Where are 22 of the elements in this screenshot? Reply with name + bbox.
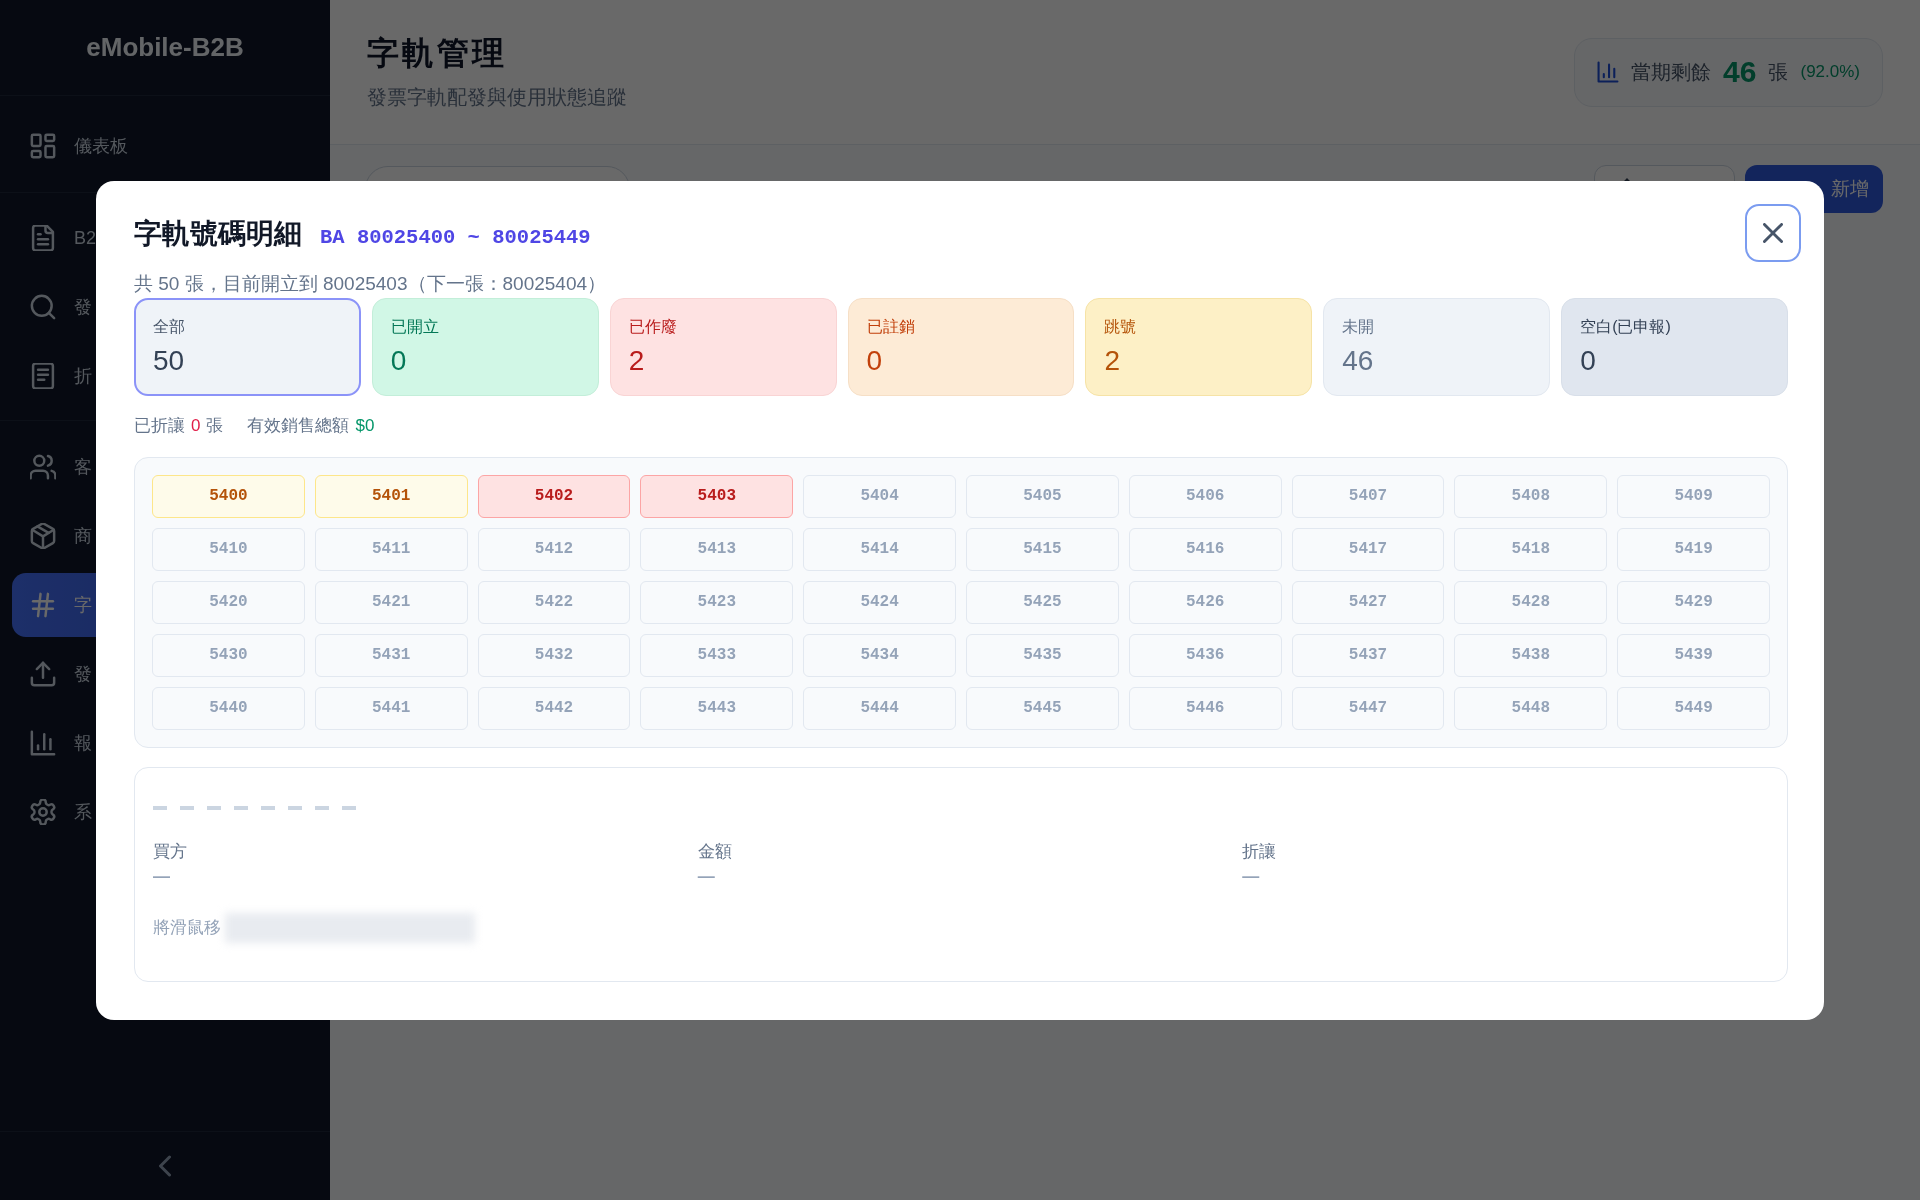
stat-label: 當期剩餘 [1631,59,1712,85]
number-range: BA 80025400 ~ 80025449 [320,224,591,251]
total-unit: 張 [206,414,224,437]
field-value: — [697,865,715,888]
total-value: 0 [191,414,201,437]
remaining-percent: (92.0%) [1800,62,1860,82]
total-value: $0 [355,414,375,437]
brand-name: eMobile-B2B [86,32,244,63]
remaining-count: 46 [1723,55,1757,89]
page-subtitle: 發票字軌配發與使用狀態追蹤 [367,85,627,110]
hover-hint: 將滑鼠移 [153,916,221,939]
total-label: 有效銷售總額 [247,414,350,437]
modal-title: 字軌號碼明細 [134,216,302,251]
field-value: — [1242,865,1260,888]
field-label: 金額 [697,840,732,863]
field-value: — [153,865,170,888]
field-label: 折讓 [1242,840,1277,863]
unit-label: 張 [1768,59,1789,85]
modal-summary: 共 50 張，目前開立到 80025403（下一張：80025404） [134,271,608,296]
field-label: 買方 [153,840,187,863]
page-title: 字軌管理 [367,34,508,73]
total-label: 已折讓 [134,414,185,437]
